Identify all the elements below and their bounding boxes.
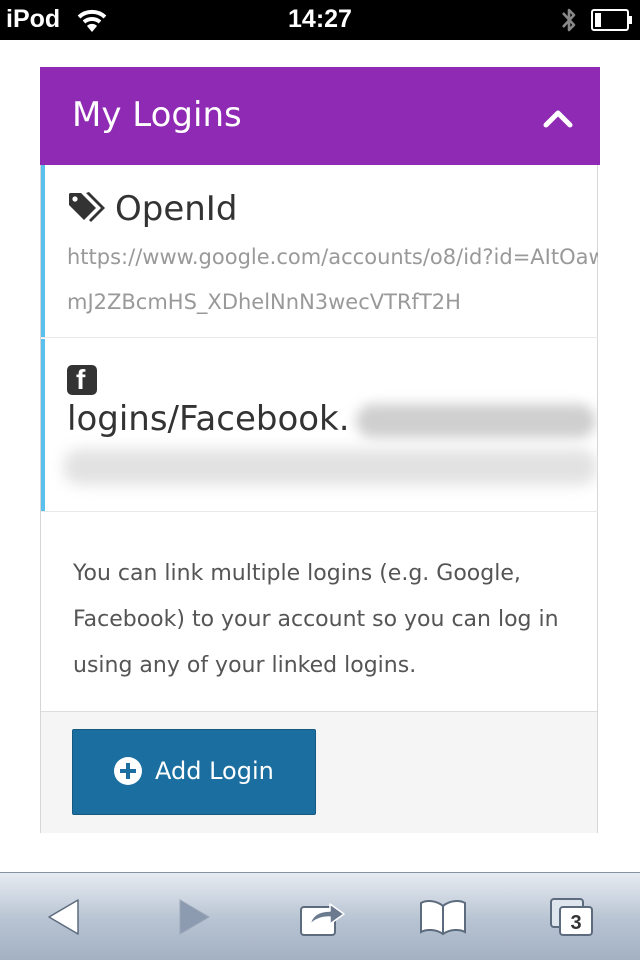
status-bar: iPod 14:27 xyxy=(0,0,640,40)
redacted-url xyxy=(63,449,598,485)
forward-icon[interactable] xyxy=(166,895,216,939)
login-provider-name: OpenId xyxy=(115,189,238,229)
login-item-facebook[interactable]: f logins/Facebook. xyxy=(41,339,598,511)
bookmarks-icon[interactable] xyxy=(418,895,468,939)
tags-icon xyxy=(69,191,105,222)
panel-footer: Add Login xyxy=(41,711,597,833)
web-page: My Logins OpenId https://www.google.com/… xyxy=(0,40,640,872)
login-provider-row: logins/Facebook. xyxy=(67,399,596,439)
browser-toolbar: 3 xyxy=(0,872,640,960)
battery-icon xyxy=(591,9,632,31)
add-login-label: Add Login xyxy=(155,757,274,785)
panel-title: My Logins xyxy=(72,95,242,135)
plus-circle-icon xyxy=(114,757,142,785)
back-icon[interactable] xyxy=(40,895,90,939)
clock: 14:27 xyxy=(288,5,352,33)
tabs-icon[interactable]: 3 xyxy=(548,895,598,939)
share-icon[interactable] xyxy=(298,895,348,939)
divider xyxy=(41,511,598,512)
chevron-up-icon[interactable] xyxy=(538,103,578,133)
add-login-button[interactable]: Add Login xyxy=(72,729,316,815)
redacted-text xyxy=(355,403,596,438)
facebook-icon: f xyxy=(67,364,97,395)
bluetooth-icon xyxy=(562,8,576,32)
login-provider-name: logins/Facebook. xyxy=(67,399,350,439)
help-text: You can link multiple logins (e.g. Googl… xyxy=(73,561,559,678)
tab-count: 3 xyxy=(570,912,581,934)
panel-header: My Logins xyxy=(40,67,600,165)
login-item-openid[interactable]: OpenId https://www.google.com/accounts/o… xyxy=(41,165,598,337)
my-logins-panel: My Logins OpenId https://www.google.com/… xyxy=(40,67,600,833)
divider xyxy=(41,337,598,338)
login-url: https://www.google.com/accounts/o8/id?id… xyxy=(67,245,598,314)
login-provider-row: OpenId xyxy=(67,189,237,229)
